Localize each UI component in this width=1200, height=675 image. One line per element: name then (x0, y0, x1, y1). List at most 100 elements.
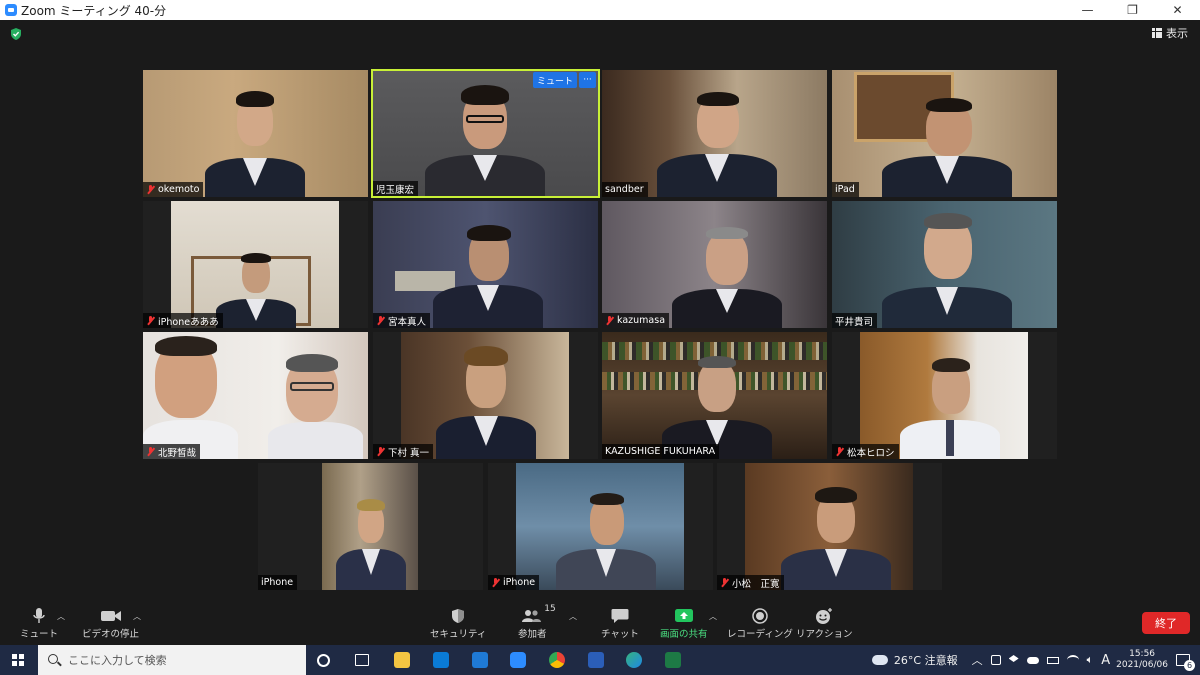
participant-name-bar: 北野皙哉 (143, 444, 201, 459)
participant-name: sandber (605, 184, 644, 195)
chrome-icon[interactable] (549, 652, 565, 668)
edge-icon[interactable] (626, 652, 642, 668)
participant-tile[interactable]: kazumasa (602, 201, 827, 328)
participant-name-bar: okemoto (143, 182, 204, 197)
participant-name-bar: 宮本真人 (373, 313, 431, 328)
microsoft-store-icon[interactable] (433, 652, 449, 668)
participant-tile[interactable]: 小松 正寛 (717, 463, 942, 590)
participant-tile[interactable]: iPhoneあああ (143, 201, 368, 328)
chat-button[interactable]: チャット (601, 606, 639, 640)
taskbar-clock[interactable]: 15:56 2021/06/06 (1116, 649, 1168, 671)
mail-icon[interactable] (472, 652, 488, 668)
view-label: 表示 (1166, 27, 1188, 40)
close-button[interactable]: ✕ (1155, 0, 1200, 20)
participant-tile[interactable]: iPhone (258, 463, 483, 590)
share-screen-label: 画面の共有 (660, 629, 708, 640)
participant-tile[interactable]: sandber (602, 70, 827, 197)
participant-name: iPad (835, 184, 855, 195)
participants-button[interactable]: 15 参加者 (518, 604, 556, 640)
shield-icon (452, 609, 465, 623)
participant-name: 小松 正寛 (732, 578, 780, 590)
tray-app-icon[interactable] (990, 655, 1001, 665)
shield-check-icon[interactable] (9, 27, 23, 41)
participant-tile[interactable]: okemoto (143, 70, 368, 197)
window-titlebar: Zoom ミーティング 40-分 — ❐ ✕ (0, 0, 1200, 20)
participant-name: 松本ヒロシ (847, 447, 895, 459)
view-button[interactable]: 表示 (1148, 24, 1192, 42)
participant-name-bar: iPhone (258, 575, 298, 590)
mute-participant-button[interactable]: ミュート (532, 72, 577, 88)
participant-name-bar: iPhone (488, 575, 540, 590)
participant-tile-active-speaker[interactable]: ミュート ··· 児玉康宏 (371, 69, 600, 198)
word-icon[interactable] (588, 652, 604, 668)
mute-label: ミュート (20, 629, 59, 640)
muted-mic-icon (720, 577, 729, 588)
minimize-button[interactable]: — (1065, 0, 1110, 20)
participant-tile[interactable]: 下村 真一 (373, 332, 598, 459)
cortana-icon[interactable] (317, 654, 330, 667)
video-feed (832, 70, 1057, 197)
weather-text[interactable]: 26°C 注意報 (894, 652, 958, 668)
window-title: Zoom ミーティング 40-分 (21, 3, 167, 18)
participant-tile[interactable]: 平井貴司 (832, 201, 1057, 328)
video-feed (860, 332, 1028, 459)
stop-video-button[interactable]: ビデオの停止 (82, 606, 139, 640)
notification-icon[interactable]: 6 (1176, 654, 1195, 671)
video-feed (322, 463, 418, 590)
participant-name: 宮本真人 (388, 316, 427, 328)
participant-tile[interactable]: iPhone (488, 463, 713, 590)
end-meeting-button[interactable]: 終了 (1142, 612, 1190, 634)
file-explorer-icon[interactable] (394, 652, 410, 668)
wifi-icon[interactable] (1066, 655, 1079, 665)
participant-name-bar: iPad (832, 182, 859, 197)
ime-indicator[interactable]: A (1101, 653, 1110, 668)
more-options-button[interactable]: ··· (579, 72, 596, 88)
participant-name: okemoto (158, 184, 200, 195)
participant-tile[interactable]: 北野皙哉 (143, 332, 368, 459)
muted-mic-icon (376, 446, 385, 457)
audio-options-caret-icon[interactable]: ︿ (57, 611, 65, 622)
participant-tile[interactable]: iPad (832, 70, 1057, 197)
participants-options-caret-icon[interactable]: ︿ (569, 611, 577, 622)
recording-button[interactable]: レコーディング (727, 606, 793, 640)
share-options-caret-icon[interactable]: ︿ (709, 611, 717, 622)
recording-label: レコーディング (727, 629, 793, 640)
participant-tile[interactable]: 宮本真人 (373, 201, 598, 328)
muted-mic-icon (146, 446, 155, 457)
video-options-caret-icon[interactable]: ︿ (133, 611, 141, 622)
share-screen-icon (674, 609, 693, 622)
dropbox-icon[interactable] (1008, 655, 1019, 662)
participant-name-bar: KAZUSHIGE FUKUHARA (602, 444, 720, 459)
video-feed (171, 201, 339, 328)
microphone-icon (33, 608, 45, 623)
participant-name: 北野皙哉 (158, 447, 197, 459)
excel-icon[interactable] (665, 652, 681, 668)
participant-name: iPhone (503, 577, 536, 588)
participant-name: iPhone (261, 577, 294, 588)
windows-taskbar: ここに入力して検索 26°C 注意報 ︿ 🔈︎ A 15:56 2021/06/… (0, 645, 1200, 675)
battery-icon[interactable] (1046, 656, 1059, 664)
system-tray: 26°C 注意報 ︿ 🔈︎ A 15:56 2021/06/06 6 (871, 645, 1200, 675)
speaker-icon[interactable]: 🔈︎ (1087, 653, 1094, 667)
taskbar-search-box[interactable]: ここに入力して検索 (38, 645, 306, 675)
participant-tile[interactable]: 松本ヒロシ (832, 332, 1057, 459)
video-feed (745, 463, 913, 590)
participants-count-badge: 15 (544, 604, 556, 614)
windows-start-icon[interactable] (12, 654, 24, 666)
maximize-button[interactable]: ❐ (1110, 0, 1155, 20)
record-icon (752, 608, 768, 624)
chat-bubble-icon (611, 609, 629, 623)
participant-name: 児玉康宏 (376, 184, 415, 196)
muted-mic-icon (376, 315, 385, 326)
onedrive-icon[interactable] (1026, 656, 1039, 664)
share-screen-button[interactable]: 画面の共有 (660, 606, 708, 640)
zoom-app-icon[interactable] (510, 652, 526, 668)
security-button[interactable]: セキュリティ (430, 606, 486, 640)
mute-button[interactable]: ミュート (20, 606, 58, 640)
video-feed (516, 463, 684, 590)
task-view-icon[interactable] (355, 654, 369, 666)
chevron-up-icon[interactable]: ︿ (972, 652, 983, 668)
reactions-label: リアクション (796, 629, 853, 640)
participant-tile[interactable]: KAZUSHIGE FUKUHARA (602, 332, 827, 459)
reactions-button[interactable]: リアクション (796, 606, 853, 640)
